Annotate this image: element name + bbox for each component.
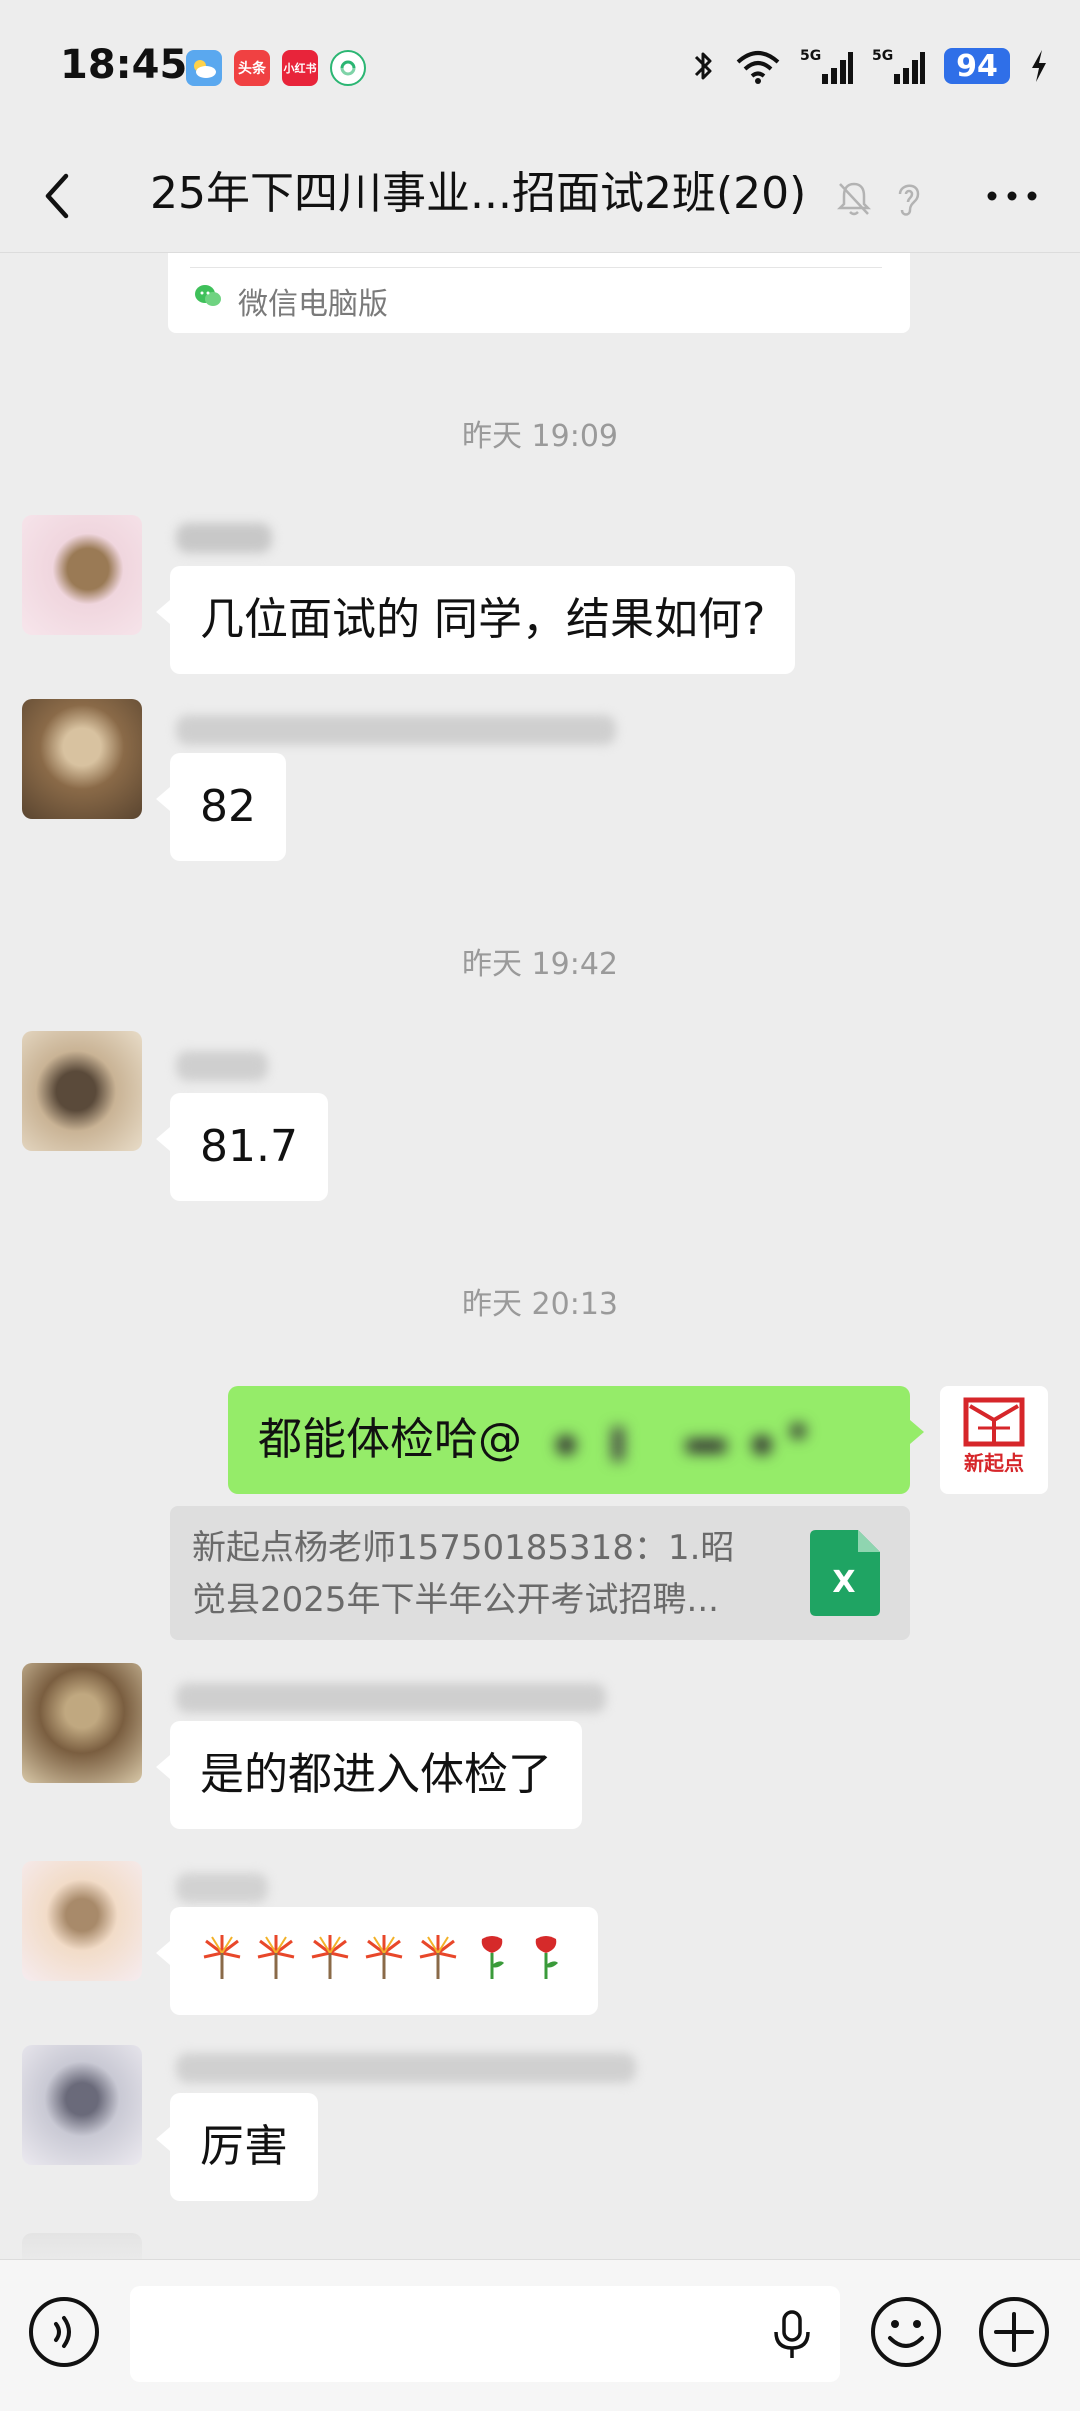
- avatar[interactable]: [22, 699, 142, 819]
- input-bar: [0, 2259, 1080, 2411]
- chat-header: 25年下四川事业...招面试2班(20): [0, 140, 1080, 253]
- card-divider: [190, 267, 882, 268]
- firework-emoji-icon: [203, 1935, 241, 1979]
- mute-bell-icon: [836, 182, 872, 216]
- avatar[interactable]: [22, 515, 142, 635]
- avatar[interactable]: [22, 1031, 142, 1151]
- chat-title: 25年下四川事业...招面试2班(20): [150, 168, 807, 219]
- my-avatar[interactable]: 新起点: [940, 1386, 1048, 1494]
- my-avatar-label: 新起点: [964, 1451, 1024, 1475]
- wechat-icon: [195, 285, 221, 306]
- voice-mode-icon[interactable]: [26, 2294, 102, 2370]
- plus-icon[interactable]: [976, 2294, 1052, 2370]
- battery-indicator: 94: [944, 48, 1010, 84]
- firework-emoji-icon: [257, 1935, 295, 1979]
- excel-label: X: [832, 1565, 855, 1600]
- message-list[interactable]: 微信电脑版 昨天 19:09 几位面试的 同学，结果如何? 82 昨天 19:4…: [0, 253, 1080, 2259]
- mention-redacted: [526, 1415, 836, 1469]
- timestamp: 昨天 20:13: [462, 1287, 618, 1322]
- redbook-app-icon: 小红书: [282, 50, 318, 86]
- status-bar: 18:45 头条 小红书 5G 5G 94: [0, 0, 1080, 140]
- weather-app-icon: [186, 50, 222, 86]
- toutiao-app-icon: 头条: [234, 50, 270, 86]
- card-source-label: 微信电脑版: [238, 287, 388, 322]
- message-bubble[interactable]: [156, 1907, 598, 2015]
- my-message-bubble[interactable]: 都能体检哈@: [228, 1386, 924, 1494]
- rose-emoji-icon: [481, 1936, 504, 1979]
- sender-name: [176, 1873, 268, 1903]
- system-status-icons: 5G 5G 94: [690, 46, 1050, 86]
- quoted-line-1: 新起点杨老师15750185318：1.昭: [192, 1528, 735, 1568]
- bluetooth-icon: [694, 52, 712, 80]
- message-bubble[interactable]: 是的都进入体检了: [156, 1721, 582, 1829]
- sender-name: [176, 715, 616, 745]
- avatar[interactable]: [22, 1663, 142, 1783]
- shared-card[interactable]: 微信电脑版: [168, 253, 910, 333]
- sender-name: [176, 523, 272, 553]
- avatar[interactable]: [22, 1861, 142, 1981]
- sender-name: [176, 1051, 268, 1081]
- rose-emoji-icon: [535, 1936, 558, 1979]
- xinqidian-logo-icon: 新起点: [963, 1397, 1025, 1475]
- signal-5g-icon: 5G: [800, 48, 853, 84]
- wechat-group-chat-screen: 18:45 头条 小红书 5G 5G 94 25年下四川事业...招面试2班(2…: [0, 0, 1080, 2411]
- firework-emoji-icon: [311, 1935, 349, 1979]
- sender-name: [176, 2053, 636, 2083]
- green-app-icon: [330, 50, 366, 86]
- notification-icons: 头条 小红书: [186, 50, 366, 86]
- back-icon[interactable]: [36, 164, 80, 228]
- avatar[interactable]: [22, 2233, 142, 2259]
- firework-emoji-icon: [419, 1935, 457, 1979]
- svg-text:5G: 5G: [872, 48, 893, 64]
- quoted-message[interactable]: 新起点杨老师15750185318：1.昭 觉县2025年下半年公开考试招聘..…: [170, 1506, 910, 1640]
- sender-name: [176, 1683, 606, 1713]
- timestamp: 昨天 19:09: [462, 419, 618, 454]
- my-message-text: 都能体检哈@: [258, 1414, 522, 1465]
- wifi-icon: [736, 51, 780, 84]
- emoji-icon[interactable]: [868, 2294, 944, 2370]
- quoted-line-2: 觉县2025年下半年公开考试招聘...: [192, 1580, 719, 1620]
- ear-icon: [898, 184, 920, 216]
- message-bubble[interactable]: 81.7: [156, 1093, 328, 1201]
- charging-icon: [1032, 50, 1046, 82]
- microphone-icon[interactable]: [770, 2308, 814, 2360]
- excel-file-icon: X: [810, 1530, 880, 1616]
- message-bubble[interactable]: 厉害: [156, 2093, 318, 2201]
- message-input[interactable]: [130, 2286, 840, 2382]
- avatar[interactable]: [22, 2045, 142, 2165]
- quoted-text: 新起点杨老师15750185318：1.昭 觉县2025年下半年公开考试招聘..…: [192, 1522, 772, 1626]
- message-bubble[interactable]: 几位面试的 同学，结果如何?: [155, 566, 796, 674]
- emoji-row: [200, 1931, 568, 1981]
- svg-text:5G: 5G: [800, 48, 821, 64]
- more-icon[interactable]: [984, 184, 1040, 208]
- message-bubble[interactable]: 82: [156, 753, 286, 861]
- signal-5g-icon-2: 5G: [872, 48, 925, 84]
- firework-emoji-icon: [365, 1935, 403, 1979]
- timestamp: 昨天 19:42: [462, 947, 618, 982]
- status-time: 18:45: [60, 42, 188, 88]
